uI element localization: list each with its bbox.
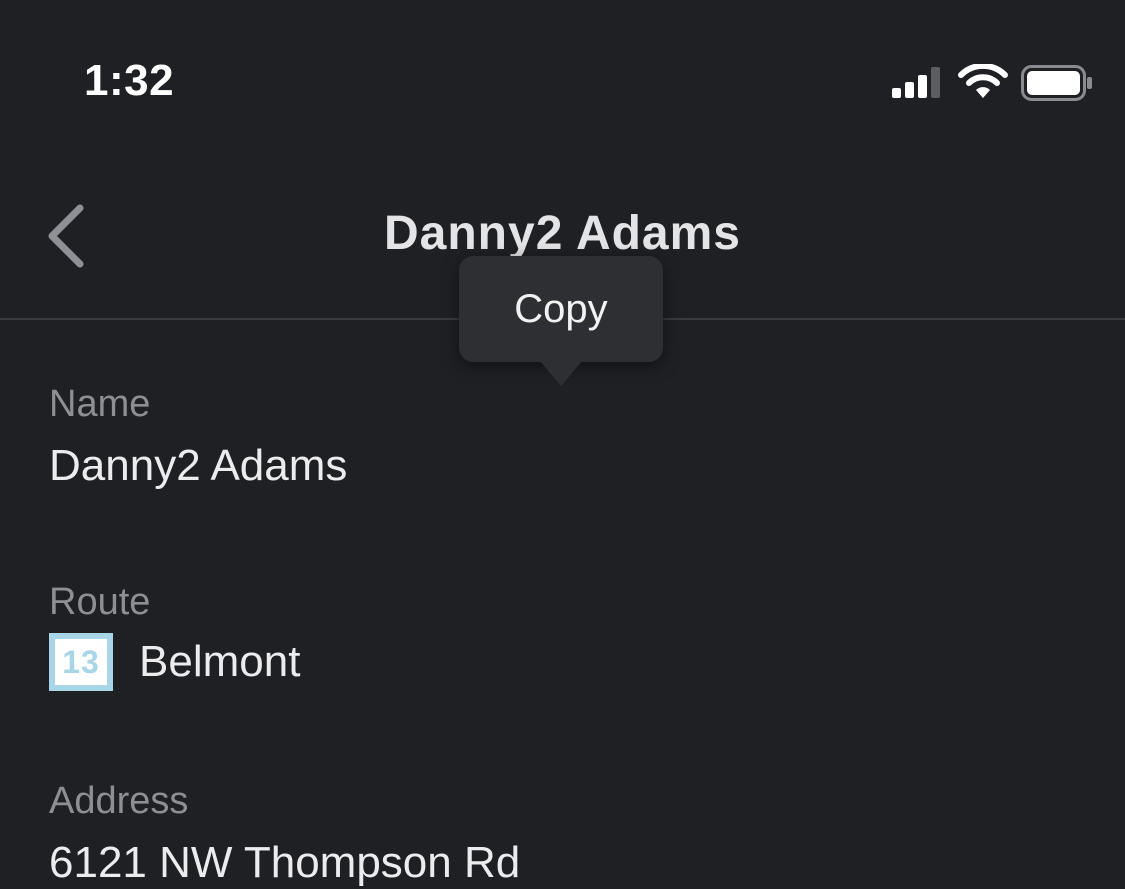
- route-label: Route: [49, 581, 151, 623]
- route-field: Route 13 Belmont: [49, 580, 300, 692]
- address-field: Address 6121 NW Thompson Rd: [49, 779, 520, 889]
- address-value[interactable]: 6121 NW Thompson Rd: [49, 837, 520, 889]
- name-label: Name: [49, 383, 151, 425]
- route-value: Belmont: [139, 637, 301, 686]
- wifi-icon: [958, 64, 1008, 98]
- signal-icon: [892, 67, 940, 98]
- name-field: Name Danny2 Adams: [49, 382, 347, 492]
- status-bar: 1:32: [0, 0, 1125, 140]
- route-row[interactable]: 13 Belmont: [49, 632, 300, 692]
- route-number-badge: 13: [49, 633, 113, 691]
- battery-icon: [1021, 65, 1092, 101]
- copy-button[interactable]: Copy: [459, 256, 663, 362]
- name-value[interactable]: Danny2 Adams: [49, 440, 347, 492]
- copy-context-menu: Copy: [459, 256, 663, 386]
- page-title: Danny2 Adams: [384, 207, 741, 260]
- address-label: Address: [49, 780, 189, 822]
- status-time: 1:32: [84, 56, 175, 105]
